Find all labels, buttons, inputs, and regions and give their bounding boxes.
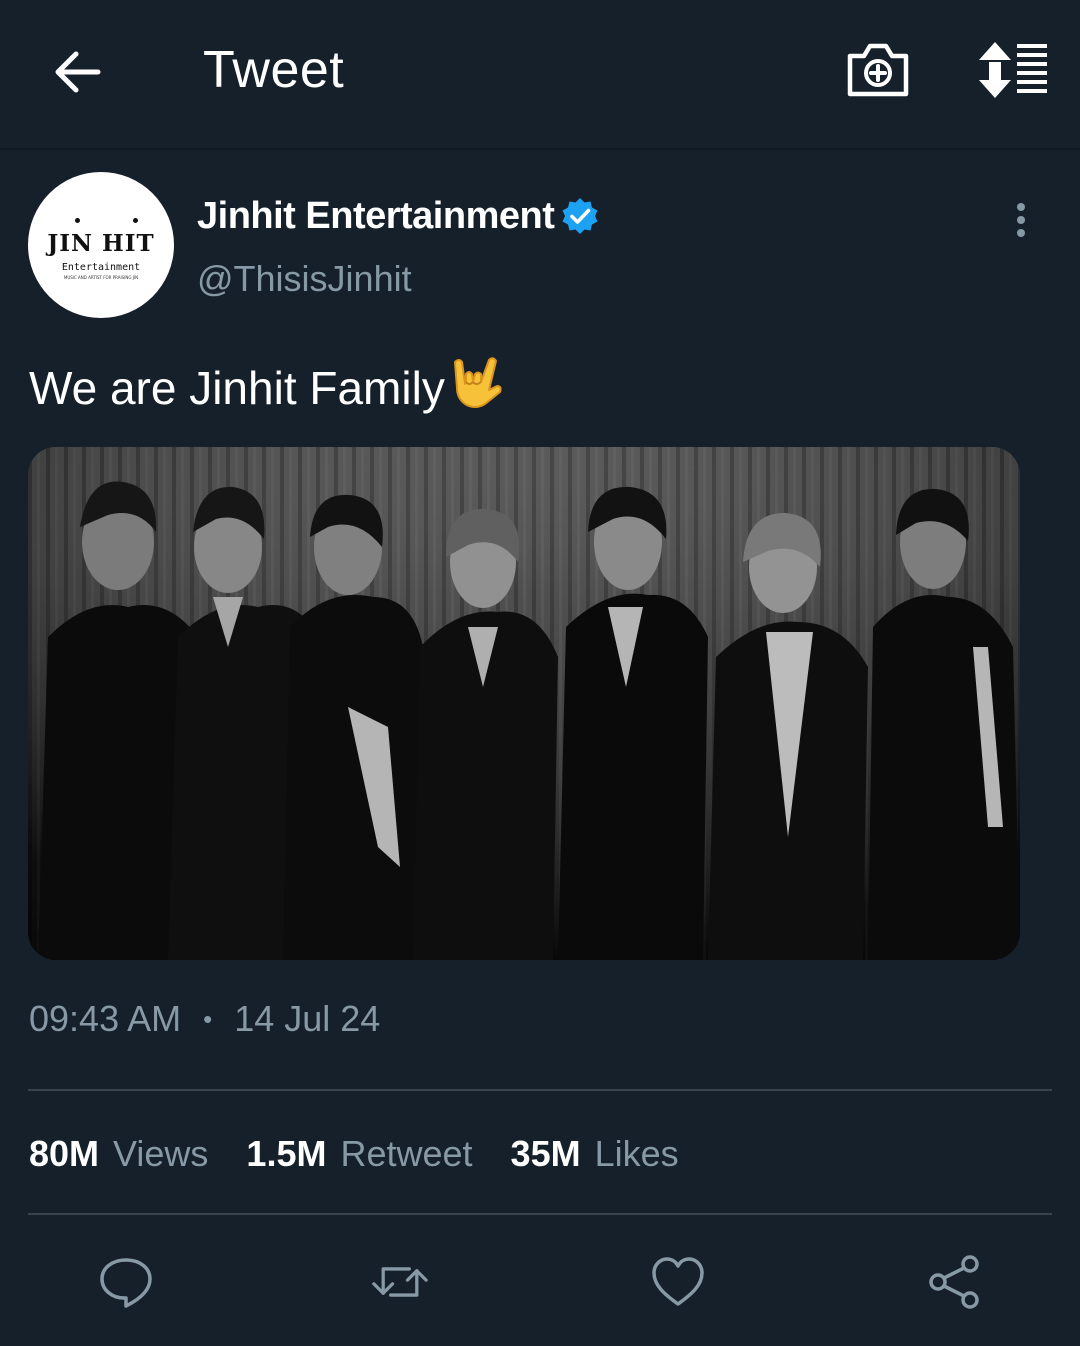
likes-label[interactable]: Likes bbox=[595, 1133, 679, 1175]
sort-list-icon[interactable] bbox=[975, 40, 1050, 100]
tweet-stats: 80M Views 1.5M Retweet 35M Likes bbox=[29, 1133, 717, 1175]
retweet-icon[interactable] bbox=[372, 1254, 428, 1310]
likes-count[interactable]: 35M bbox=[511, 1133, 581, 1175]
author-name-row[interactable]: Jinhit Entertainment bbox=[197, 193, 600, 239]
tweet-time: 09:43 AM bbox=[29, 998, 182, 1039]
logo-dot bbox=[133, 218, 138, 223]
avatar[interactable]: JIN HIT Entertainment MUSIC AND ARTIST F… bbox=[28, 172, 174, 318]
camera-add-icon[interactable] bbox=[846, 40, 910, 100]
more-options-icon[interactable] bbox=[1004, 200, 1038, 240]
divider bbox=[28, 1213, 1052, 1215]
logo-main-text: JIN HIT bbox=[47, 230, 155, 257]
group-photo-image bbox=[28, 447, 1020, 960]
logo-tagline: MUSIC AND ARTIST FOR PRAISING JIN bbox=[63, 275, 139, 280]
logo-sub-text: Entertainment bbox=[61, 262, 141, 273]
arrow-left-icon[interactable] bbox=[48, 42, 108, 102]
retweet-label[interactable]: Retweet bbox=[340, 1133, 472, 1175]
top-app-bar: Tweet bbox=[0, 0, 1080, 150]
views-label[interactable]: Views bbox=[113, 1133, 208, 1175]
author-handle[interactable]: @ThisisJinhit bbox=[197, 258, 412, 300]
tweet-date: 14 Jul 24 bbox=[234, 998, 381, 1039]
tweet-media-photo[interactable] bbox=[28, 447, 1020, 960]
divider bbox=[28, 1089, 1052, 1091]
verified-badge-icon bbox=[562, 198, 598, 234]
tweet-text-content: We are Jinhit Family bbox=[29, 362, 445, 414]
share-icon[interactable] bbox=[926, 1254, 982, 1310]
author-name[interactable]: Jinhit Entertainment bbox=[197, 195, 555, 238]
views-count[interactable]: 80M bbox=[29, 1133, 99, 1175]
comment-icon[interactable] bbox=[98, 1254, 154, 1310]
page-title: Tweet bbox=[203, 41, 345, 99]
meta-separator: • bbox=[203, 1003, 213, 1034]
tweet-text: We are Jinhit Family bbox=[29, 352, 503, 415]
love-you-gesture-emoji-icon bbox=[453, 357, 502, 408]
logo-dot bbox=[75, 218, 80, 223]
retweet-count[interactable]: 1.5M bbox=[246, 1133, 326, 1175]
heart-icon[interactable] bbox=[650, 1254, 706, 1310]
tweet-timestamp: 09:43 AM • 14 Jul 24 bbox=[29, 998, 380, 1040]
